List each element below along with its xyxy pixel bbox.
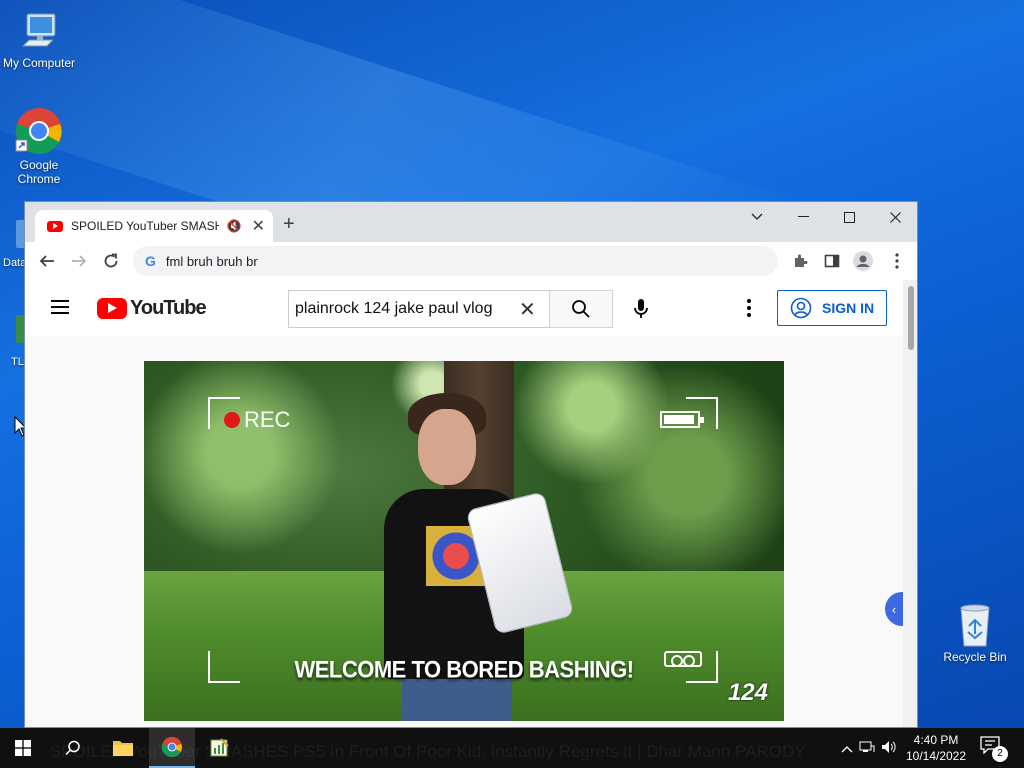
- tab-title: SPOILED YouTuber SMASHES PS5 In Front Of…: [71, 219, 219, 233]
- channel-number-watermark: 124: [727, 679, 768, 706]
- youtube-logo[interactable]: YouTube: [97, 297, 207, 320]
- maximize-button[interactable]: [826, 202, 872, 232]
- system-tray: [838, 728, 900, 768]
- desktop-icon-label: Recycle Bin: [943, 650, 1007, 664]
- forward-arrow-icon: [72, 255, 87, 267]
- taskbar-clock[interactable]: 4:40 PM 10/14/2022: [904, 732, 968, 764]
- search-input[interactable]: [295, 300, 515, 318]
- rec-indicator: REC: [224, 407, 290, 433]
- voice-search-button[interactable]: [625, 293, 657, 325]
- chrome-icon: [161, 736, 183, 758]
- video-jeans: [402, 679, 512, 721]
- youtube-play-icon: [97, 298, 127, 319]
- chrome-icon: [15, 108, 62, 154]
- reload-button[interactable]: [100, 250, 122, 272]
- google-g-icon: G: [145, 253, 156, 269]
- battery-icon: [660, 411, 704, 428]
- video-player[interactable]: REC WELCOME TO BORED BASHING! 124: [144, 361, 784, 721]
- back-button[interactable]: [36, 250, 58, 272]
- computer-icon: [21, 13, 56, 47]
- partial-desktop-label: TL: [11, 356, 24, 368]
- sign-in-button[interactable]: SIGN IN: [777, 290, 887, 326]
- scrollbar-thumb[interactable]: [908, 286, 914, 350]
- notepad-chart-icon: [210, 738, 229, 757]
- youtube-page: YouTube ✕ SIGN IN: [25, 280, 903, 727]
- show-hidden-icons-chevron-up-icon[interactable]: [838, 741, 856, 756]
- desktop-icon-recycle-bin[interactable]: Recycle Bin: [936, 602, 1014, 664]
- rec-label: REC: [244, 407, 291, 432]
- youtube-wordmark: YouTube: [130, 297, 207, 319]
- action-center-button[interactable]: 2: [980, 736, 1008, 762]
- address-bar[interactable]: G: [133, 246, 778, 276]
- partial-desktop-label: Data: [3, 257, 27, 269]
- hamburger-menu-icon[interactable]: [51, 300, 69, 314]
- expand-panel-chevron-left-icon[interactable]: ‹: [885, 592, 903, 626]
- volume-speaker-icon[interactable]: [878, 740, 900, 757]
- desktop-icon-google-chrome[interactable]: Google Chrome: [0, 106, 78, 186]
- taskbar-file-explorer[interactable]: [100, 728, 146, 768]
- network-icon[interactable]: [856, 740, 878, 757]
- microphone-icon: [634, 299, 648, 318]
- clock-date: 10/14/2022: [905, 749, 967, 763]
- record-dot-icon: [224, 412, 240, 428]
- tab-strip: SPOILED YouTuber SMASHES PS5 In Front Of…: [25, 202, 917, 242]
- settings-kebab-icon[interactable]: [741, 297, 757, 319]
- chrome-menu-icon[interactable]: [887, 251, 907, 271]
- chrome-window: SPOILED YouTuber SMASHES PS5 In Front Of…: [24, 201, 918, 728]
- notification-count-badge: 2: [992, 746, 1008, 762]
- taskbar: SPOILED YouTuber SMASHES PS5 In Front Of…: [0, 728, 1024, 768]
- taskbar-chrome[interactable]: [149, 728, 195, 768]
- taskbar-app-editor[interactable]: [196, 728, 242, 768]
- page-scrollbar[interactable]: [903, 280, 917, 727]
- windows-logo-icon: [15, 740, 31, 756]
- address-input[interactable]: [165, 253, 726, 269]
- start-button[interactable]: [0, 728, 46, 768]
- sign-in-label: SIGN IN: [822, 300, 875, 316]
- new-tab-button[interactable]: +: [283, 214, 295, 234]
- extensions-puzzle-icon[interactable]: [790, 251, 810, 271]
- clear-search-icon[interactable]: ✕: [519, 297, 536, 322]
- close-window-button[interactable]: [872, 202, 917, 232]
- search-icon: [65, 740, 80, 756]
- browser-toolbar: G: [25, 242, 917, 280]
- search-box[interactable]: ✕: [288, 290, 550, 328]
- browser-tab[interactable]: SPOILED YouTuber SMASHES PS5 In Front Of…: [35, 210, 273, 242]
- back-arrow-icon: [39, 255, 54, 267]
- tab-close-icon[interactable]: ✕: [252, 216, 265, 236]
- side-panel-icon[interactable]: [822, 251, 842, 271]
- forward-button[interactable]: [68, 250, 90, 272]
- tab-search-chevron-icon[interactable]: [734, 202, 780, 232]
- clock-time: 4:40 PM: [913, 733, 959, 747]
- desktop-icon-my-computer[interactable]: My Computer: [0, 10, 78, 70]
- minimize-button[interactable]: [780, 202, 826, 232]
- desktop-icon-label: My Computer: [2, 56, 76, 70]
- folder-icon: [113, 741, 133, 756]
- profile-avatar-icon[interactable]: [853, 251, 873, 271]
- muted-speaker-icon[interactable]: 🔇: [227, 219, 242, 233]
- youtube-favicon-icon: [47, 220, 63, 232]
- desktop-icon-label: Google Chrome: [17, 158, 61, 186]
- taskbar-search-button[interactable]: [50, 728, 96, 768]
- account-circle-icon: [790, 297, 812, 319]
- video-caption: WELCOME TO BORED BASHING!: [294, 655, 634, 684]
- search-button[interactable]: [549, 290, 613, 328]
- youtube-header: YouTube ✕ SIGN IN: [25, 280, 903, 336]
- video-person-head: [418, 409, 476, 485]
- search-icon: [572, 300, 590, 318]
- reload-icon: [104, 253, 118, 268]
- recycle-bin-icon: [960, 604, 990, 647]
